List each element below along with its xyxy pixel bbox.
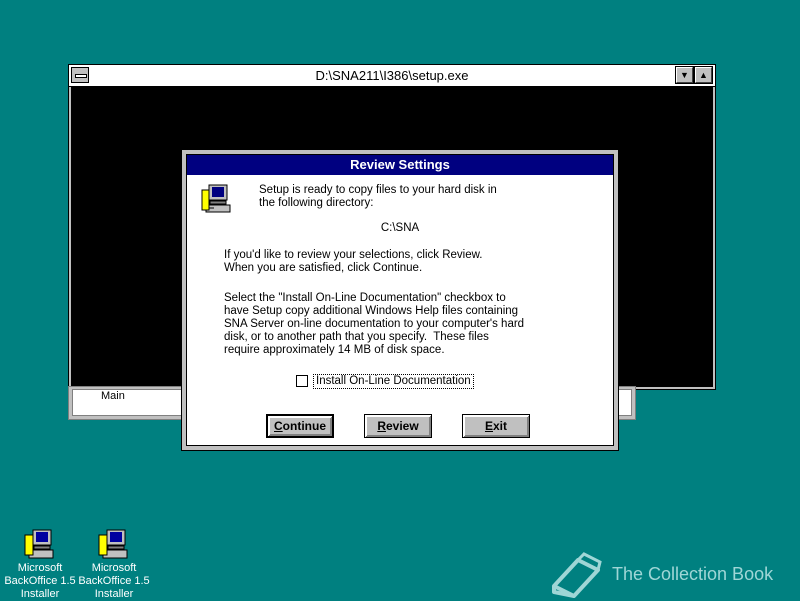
doc-text-line-4: disk, or to another path that you specif… [224, 331, 489, 343]
exit-button[interactable]: Exit [462, 414, 530, 438]
installer-computer-icon [98, 529, 128, 559]
continue-button[interactable]: Continue [266, 414, 334, 438]
review-button[interactable]: Review [364, 414, 432, 438]
review-text-line-1: If you'd like to review your selections,… [224, 249, 483, 261]
maximize-button[interactable]: ▲ [694, 66, 713, 84]
setup-computer-icon [201, 184, 231, 213]
setup-window-titlebar[interactable]: D:\SNA211\I386\setup.exe ▼ ▲ [69, 65, 715, 87]
desktop-icon-label: Microsoft BackOffice 1.5 Installer [78, 562, 150, 600]
review-text-line-2: When you are satisfied, click Continue. [224, 262, 423, 274]
exit-accelerator: E [484, 419, 493, 433]
install-docs-checkbox[interactable] [296, 375, 308, 387]
install-directory: C:\SNA [380, 222, 420, 234]
desktop-icon-label: Microsoft BackOffice 1.5 Installer [4, 562, 76, 600]
doc-text-line-3: SNA Server on-line documentation to your… [224, 318, 525, 330]
review-accelerator: R [377, 419, 386, 433]
watermark: The Collection Book [548, 548, 788, 598]
desktop-icon-backoffice-installer-1[interactable]: Microsoft BackOffice 1.5 Installer [2, 528, 78, 601]
install-docs-checkbox-label[interactable]: Install On-Line Documentation [313, 374, 474, 389]
doc-text-line-1: Select the "Install On-Line Documentatio… [224, 292, 506, 304]
continue-accelerator: C [274, 419, 283, 433]
installer-computer-icon [24, 529, 54, 559]
doc-text-line-2: have Setup copy additional Windows Help … [224, 305, 519, 317]
minimize-icon: ▼ [680, 70, 689, 80]
exit-label: xit [493, 419, 508, 433]
book-logo-icon [552, 552, 602, 598]
continue-label: ontinue [282, 419, 326, 433]
review-label: eview [385, 419, 419, 433]
setup-window-title: D:\SNA211\I386\setup.exe [315, 68, 469, 83]
minimize-button[interactable]: ▼ [675, 66, 694, 84]
doc-text-line-5: require approximately 14 MB of disk spac… [224, 344, 445, 356]
maximize-icon: ▲ [699, 70, 708, 80]
watermark-text: The Collection Book [612, 564, 774, 584]
intro-text-line-1: Setup is ready to copy files to your har… [259, 184, 497, 196]
intro-text-line-2: the following directory: [259, 197, 374, 209]
background-tab-label[interactable]: Main [101, 390, 125, 402]
desktop-icon-backoffice-installer-2[interactable]: Microsoft BackOffice 1.5 Installer [76, 528, 152, 601]
review-settings-dialog: Review Settings Setup is ready to copy f… [181, 149, 619, 451]
dialog-title[interactable]: Review Settings [187, 155, 613, 175]
